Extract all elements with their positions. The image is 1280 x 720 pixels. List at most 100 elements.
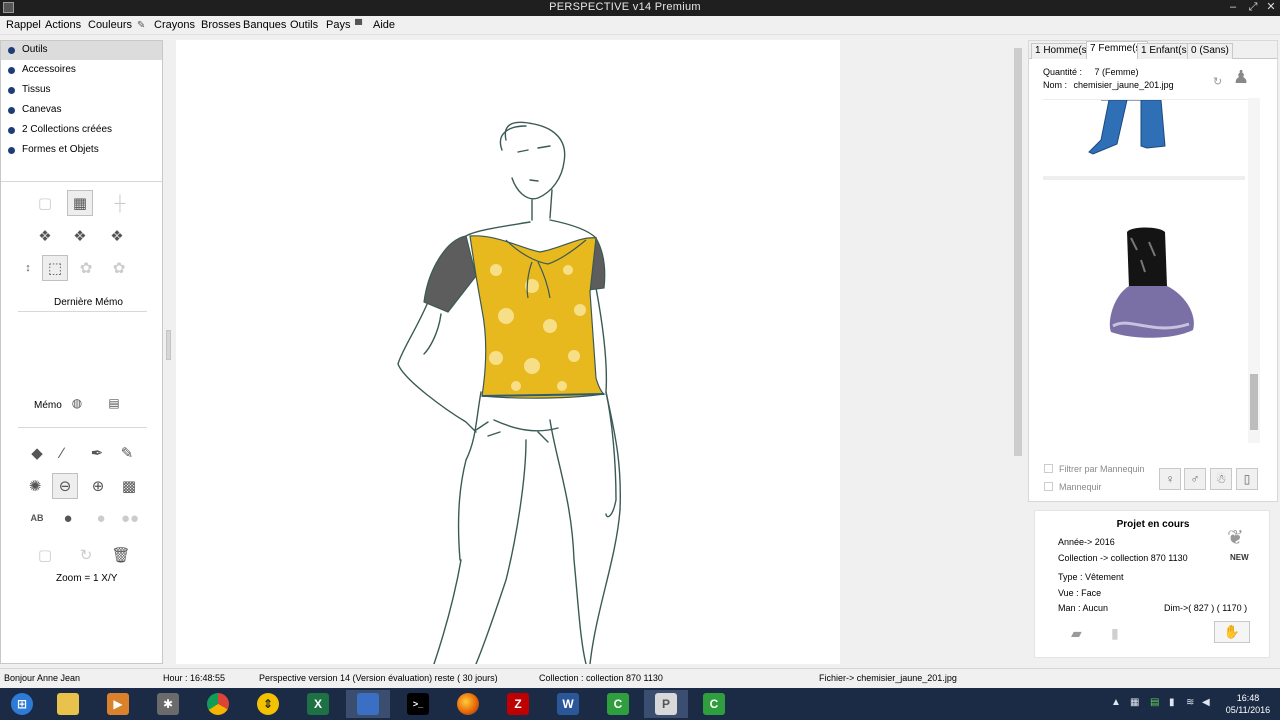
mannequin-group-icon[interactable]: ♟ xyxy=(1233,67,1249,88)
eraser-icon[interactable]: ◆ xyxy=(24,440,50,466)
garment-card-dress[interactable] xyxy=(1043,186,1245,444)
scrollbar-thumb[interactable] xyxy=(1014,48,1022,456)
mannequin-woman-icon[interactable]: ♀ xyxy=(1159,468,1181,490)
user-icon[interactable]: ● xyxy=(55,505,81,531)
dropper-icon[interactable]: ✎ xyxy=(114,440,140,466)
nav-item-tissus[interactable]: Tissus xyxy=(1,81,162,100)
pixel-grid-icon[interactable]: ▩ xyxy=(116,473,142,499)
tray-up-icon[interactable]: ▲ xyxy=(1111,697,1121,708)
texture-icon[interactable]: ✺ xyxy=(22,473,48,499)
taskbar-word[interactable]: W xyxy=(546,690,590,718)
tray-wifi-icon[interactable]: ≋ xyxy=(1186,697,1194,708)
tab-sans[interactable]: 0 (Sans) xyxy=(1187,43,1233,59)
menu-brosses[interactable]: Brosses xyxy=(201,19,241,31)
taskbar-excel[interactable]: X xyxy=(296,690,340,718)
taskbar-tool-app[interactable]: ✱ xyxy=(146,690,190,718)
nav-item-accessoires[interactable]: Accessoires xyxy=(1,61,162,80)
mannequin-man-icon[interactable]: ♂ xyxy=(1184,468,1206,490)
tray-network-icon[interactable]: ▦ xyxy=(1130,697,1139,708)
panel-splitter[interactable] xyxy=(164,40,176,664)
refresh-icon[interactable]: ↻ xyxy=(1213,75,1222,88)
crosshair-icon[interactable]: ┼ xyxy=(107,190,133,216)
trash-icon[interactable]: 🗑 xyxy=(108,542,134,568)
projet-man: Man : Aucun xyxy=(1058,603,1109,613)
taskbar-chrome[interactable] xyxy=(196,690,240,718)
menu-rappel[interactable]: Rappel xyxy=(6,19,41,31)
nav-item-formes-objets[interactable]: Formes et Objets xyxy=(1,141,162,160)
mannequin-none-icon[interactable]: ▯ xyxy=(1236,468,1258,490)
close-button[interactable]: ✕ xyxy=(1260,0,1280,16)
pen-icon[interactable]: ✒ xyxy=(84,440,110,466)
taskbar-terminal[interactable]: >_ xyxy=(396,690,440,718)
drawing-canvas[interactable] xyxy=(176,40,840,665)
menu-pays[interactable]: Pays xyxy=(326,19,350,31)
derniere-memo-label: Dernière Mémo xyxy=(54,297,123,308)
select-rect-icon[interactable]: ⬚ xyxy=(42,255,68,281)
garment-side-icon[interactable]: ❖ xyxy=(104,223,130,249)
paint-icon xyxy=(357,693,379,715)
new-badge: NEW xyxy=(1230,553,1249,562)
mannequin-child-icon[interactable]: ☃ xyxy=(1210,468,1232,490)
menu-crayons[interactable]: Crayons xyxy=(154,19,195,31)
users-dim-icon[interactable]: ●● xyxy=(117,505,143,531)
refresh-icon[interactable]: ↻ xyxy=(73,542,99,568)
zoom-in-icon[interactable]: ⊕ xyxy=(85,473,111,499)
tray-battery-icon[interactable]: ▮ xyxy=(1169,697,1175,708)
taskbar-camtasia-2[interactable]: C xyxy=(692,690,736,718)
tab-enfant[interactable]: 1 Enfant(s) xyxy=(1137,43,1194,59)
square-icon[interactable]: ▢ xyxy=(32,542,58,568)
filter-mannequin-checkbox[interactable]: Filtrer par Mannequin xyxy=(1044,464,1145,474)
garment-card-jeans[interactable] xyxy=(1043,99,1245,180)
checkbox[interactable] xyxy=(1044,482,1053,491)
brush-icon[interactable]: ∕ xyxy=(49,440,75,466)
save-icon[interactable]: ▮ xyxy=(1111,625,1119,642)
memo-clipboard-icon[interactable]: ▤ xyxy=(104,393,124,413)
status-version: Perspective version 14 (Version évaluati… xyxy=(259,673,498,683)
handshake-icon[interactable]: ✋ xyxy=(1214,621,1250,643)
gallery-scrollbar[interactable] xyxy=(1248,98,1260,443)
tray-volume-icon[interactable]: ◀ xyxy=(1202,697,1210,708)
grid-icon[interactable]: ▦ xyxy=(67,190,93,216)
menu-aide[interactable]: Aide xyxy=(373,19,395,31)
start-button[interactable]: ⊞ xyxy=(0,690,44,718)
zoom-out-icon[interactable]: ⊖ xyxy=(52,473,78,499)
garment-back-icon[interactable]: ❖ xyxy=(67,223,93,249)
taskbar-norton[interactable]: ⇕ xyxy=(246,690,290,718)
minimize-button[interactable]: – xyxy=(1222,0,1244,16)
nav-item-canevas[interactable]: Canevas xyxy=(1,101,162,120)
memo-save-icon[interactable]: ◍ xyxy=(67,393,87,413)
flip-vertical-icon[interactable]: ↕ xyxy=(22,255,34,281)
nav-item-outils[interactable]: Outils xyxy=(1,41,162,60)
blank-page-icon[interactable]: ▢ xyxy=(32,190,58,216)
splitter-grip[interactable] xyxy=(166,330,171,360)
menu-actions[interactable]: Actions xyxy=(45,19,81,31)
menu-couleurs[interactable]: Couleurs xyxy=(88,19,132,31)
canvas-scrollbar[interactable] xyxy=(1012,40,1024,664)
taskbar-file-explorer[interactable] xyxy=(46,690,90,718)
gallery-scrollbar-thumb[interactable] xyxy=(1250,374,1258,430)
checkbox[interactable] xyxy=(1044,464,1053,473)
comment-icon[interactable]: ▰ xyxy=(1071,625,1082,642)
right-panel: 1 Homme(s) 7 Femme(s) 1 Enfant(s) 0 (San… xyxy=(1028,40,1278,502)
taskbar-perspective[interactable]: P xyxy=(644,690,688,718)
menu-outils[interactable]: Outils xyxy=(290,19,318,31)
text-tool-icon[interactable]: AB xyxy=(24,505,50,531)
nav-item-collections[interactable]: 2 Collections créées xyxy=(1,121,162,140)
taskbar-media-player[interactable]: ▶ xyxy=(96,690,140,718)
pattern-icon[interactable]: ✿ xyxy=(106,255,132,281)
taskbar-camtasia-1[interactable]: C xyxy=(596,690,640,718)
taskbar-filezilla[interactable]: Z xyxy=(496,690,540,718)
tray-green-icon[interactable]: ▤ xyxy=(1150,697,1159,708)
perspective-icon: P xyxy=(655,693,677,715)
taskbar-clock[interactable]: 16:48 05/11/2016 xyxy=(1218,692,1278,716)
garment-front-icon[interactable]: ❖ xyxy=(32,223,58,249)
taskbar-firefox[interactable] xyxy=(446,690,490,718)
lasso-icon[interactable]: ✿ xyxy=(73,255,99,281)
new-project-icon[interactable]: ❦ xyxy=(1227,525,1244,550)
tab-homme[interactable]: 1 Homme(s) xyxy=(1031,43,1095,59)
menu-banques[interactable]: Banques xyxy=(243,19,286,31)
window-title: PERSPECTIVE v14 Premium xyxy=(549,1,701,13)
mannequin-checkbox[interactable]: Mannequir xyxy=(1044,482,1102,492)
user-dim-icon[interactable]: ● xyxy=(88,505,114,531)
taskbar-paint-app[interactable] xyxy=(346,690,390,718)
